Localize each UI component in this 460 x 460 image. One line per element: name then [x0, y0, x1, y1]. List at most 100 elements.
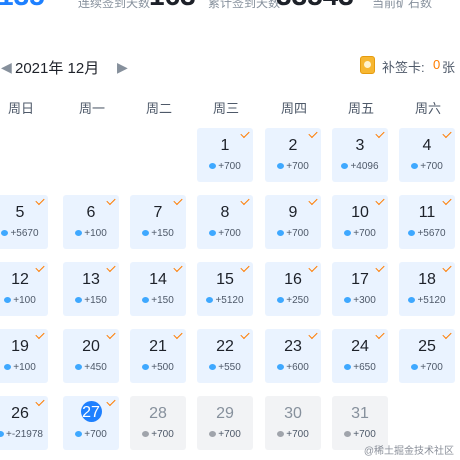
day-number: 7: [153, 204, 163, 221]
day-number: 26: [11, 405, 29, 422]
day-points: +5120: [197, 295, 253, 306]
day-points: +100: [0, 362, 48, 373]
ore-icon: [206, 297, 214, 303]
ore-icon: [408, 297, 416, 303]
points-value: +700: [151, 429, 174, 440]
ore-icon: [277, 431, 285, 437]
ore-icon: [142, 230, 150, 236]
ore-icon: [142, 431, 150, 437]
ore-icon: [209, 163, 217, 169]
day-points: +150: [130, 228, 186, 239]
calendar-day-cell[interactable]: 15 +5120: [197, 262, 253, 316]
points-value: +300: [353, 295, 376, 306]
calendar-day-cell[interactable]: 8 +700: [197, 195, 253, 249]
day-points: +300: [332, 295, 388, 306]
day-points: +700: [197, 161, 253, 172]
calendar-day-cell[interactable]: 27 +700: [63, 396, 119, 450]
day-number: 11: [418, 204, 436, 221]
calendar-day-cell[interactable]: 28 +700: [130, 396, 186, 450]
day-points: +700: [332, 429, 388, 440]
calendar-day-cell[interactable]: 11 +5670: [399, 195, 455, 249]
calendar-day-cell[interactable]: 10 +700: [332, 195, 388, 249]
day-points: +600: [265, 362, 321, 373]
day-number: 4: [422, 137, 432, 154]
day-number: 17: [351, 271, 369, 288]
calendar-day-cell[interactable]: 3 +4096: [332, 128, 388, 182]
calendar-day-cell[interactable]: 20 +450: [63, 329, 119, 383]
ore-icon: [341, 163, 349, 169]
day-number: 2: [288, 137, 298, 154]
day-number: 5: [15, 204, 25, 221]
day-points: +650: [332, 362, 388, 373]
points-value: +700: [353, 228, 376, 239]
points-value: +700: [84, 429, 107, 440]
ore-icon: [0, 431, 4, 437]
calendar-day-cell[interactable]: 21 +500: [130, 329, 186, 383]
day-points: +100: [0, 295, 48, 306]
points-value: +450: [84, 362, 107, 373]
day-number: 20: [82, 338, 100, 355]
day-points: +250: [265, 295, 321, 306]
calendar-day-cell[interactable]: 24 +650: [332, 329, 388, 383]
points-value: +600: [286, 362, 309, 373]
calendar-day-cell[interactable]: 23 +600: [265, 329, 321, 383]
day-points: +700: [332, 228, 388, 239]
points-value: +100: [84, 228, 107, 239]
day-number: 23: [284, 338, 302, 355]
ore-icon: [277, 364, 285, 370]
calendar-day-cell[interactable]: 29 +700: [197, 396, 253, 450]
day-number: 8: [220, 204, 230, 221]
points-value: +4096: [350, 161, 379, 172]
day-points: +700: [197, 228, 253, 239]
calendar-day-cell[interactable]: 25 +700: [399, 329, 455, 383]
calendar-day-cell[interactable]: 6 +100: [63, 195, 119, 249]
points-value: +700: [420, 161, 443, 172]
calendar-day-cell[interactable]: 12 +100: [0, 262, 48, 316]
day-number: 3: [355, 137, 365, 154]
calendar-day-cell[interactable]: 1 +700: [197, 128, 253, 182]
calendar-day-cell[interactable]: 2 +700: [265, 128, 321, 182]
day-number: 18: [418, 271, 436, 288]
calendar-day-cell[interactable]: 7 +150: [130, 195, 186, 249]
points-value: +700: [218, 429, 241, 440]
points-value: +5120: [215, 295, 244, 306]
calendar-day-cell[interactable]: 18 +5120: [399, 262, 455, 316]
ore-icon: [411, 364, 419, 370]
calendar-day-cell[interactable]: 9 +700: [265, 195, 321, 249]
day-number: 6: [86, 204, 96, 221]
day-points: +700: [265, 228, 321, 239]
calendar-day-cell[interactable]: 4 +700: [399, 128, 455, 182]
points-value: +250: [286, 295, 309, 306]
points-value: +5670: [417, 228, 446, 239]
ore-icon: [1, 230, 9, 236]
calendar-day-cell[interactable]: 30 +700: [265, 396, 321, 450]
calendar-day-cell[interactable]: 14 +150: [130, 262, 186, 316]
calendar-day-cell[interactable]: 22 +550: [197, 329, 253, 383]
day-points: +5120: [399, 295, 455, 306]
ore-icon: [4, 364, 12, 370]
day-number: 19: [11, 338, 29, 355]
day-number: 15: [216, 271, 234, 288]
ore-icon: [344, 230, 352, 236]
day-number: 9: [288, 204, 298, 221]
calendar-day-cell[interactable]: 16 +250: [265, 262, 321, 316]
day-number: 27: [82, 404, 100, 421]
day-points: +500: [130, 362, 186, 373]
day-points: +150: [63, 295, 119, 306]
points-value: +700: [286, 161, 309, 172]
calendar-day-cell[interactable]: 19 +100: [0, 329, 48, 383]
calendar-day-cell[interactable]: 5 +5670: [0, 195, 48, 249]
ore-icon: [209, 364, 217, 370]
points-value: +100: [13, 295, 36, 306]
points-value: +700: [218, 228, 241, 239]
day-number: 10: [351, 204, 369, 221]
day-points: +700: [197, 429, 253, 440]
ore-icon: [75, 364, 83, 370]
calendar-day-cell[interactable]: 17 +300: [332, 262, 388, 316]
day-points: +5670: [399, 228, 455, 239]
ore-icon: [408, 230, 416, 236]
points-value: +5670: [10, 228, 39, 239]
calendar-day-cell[interactable]: 13 +150: [63, 262, 119, 316]
day-number: 28: [149, 405, 167, 422]
calendar-day-cell[interactable]: 26 +-21978: [0, 396, 48, 450]
